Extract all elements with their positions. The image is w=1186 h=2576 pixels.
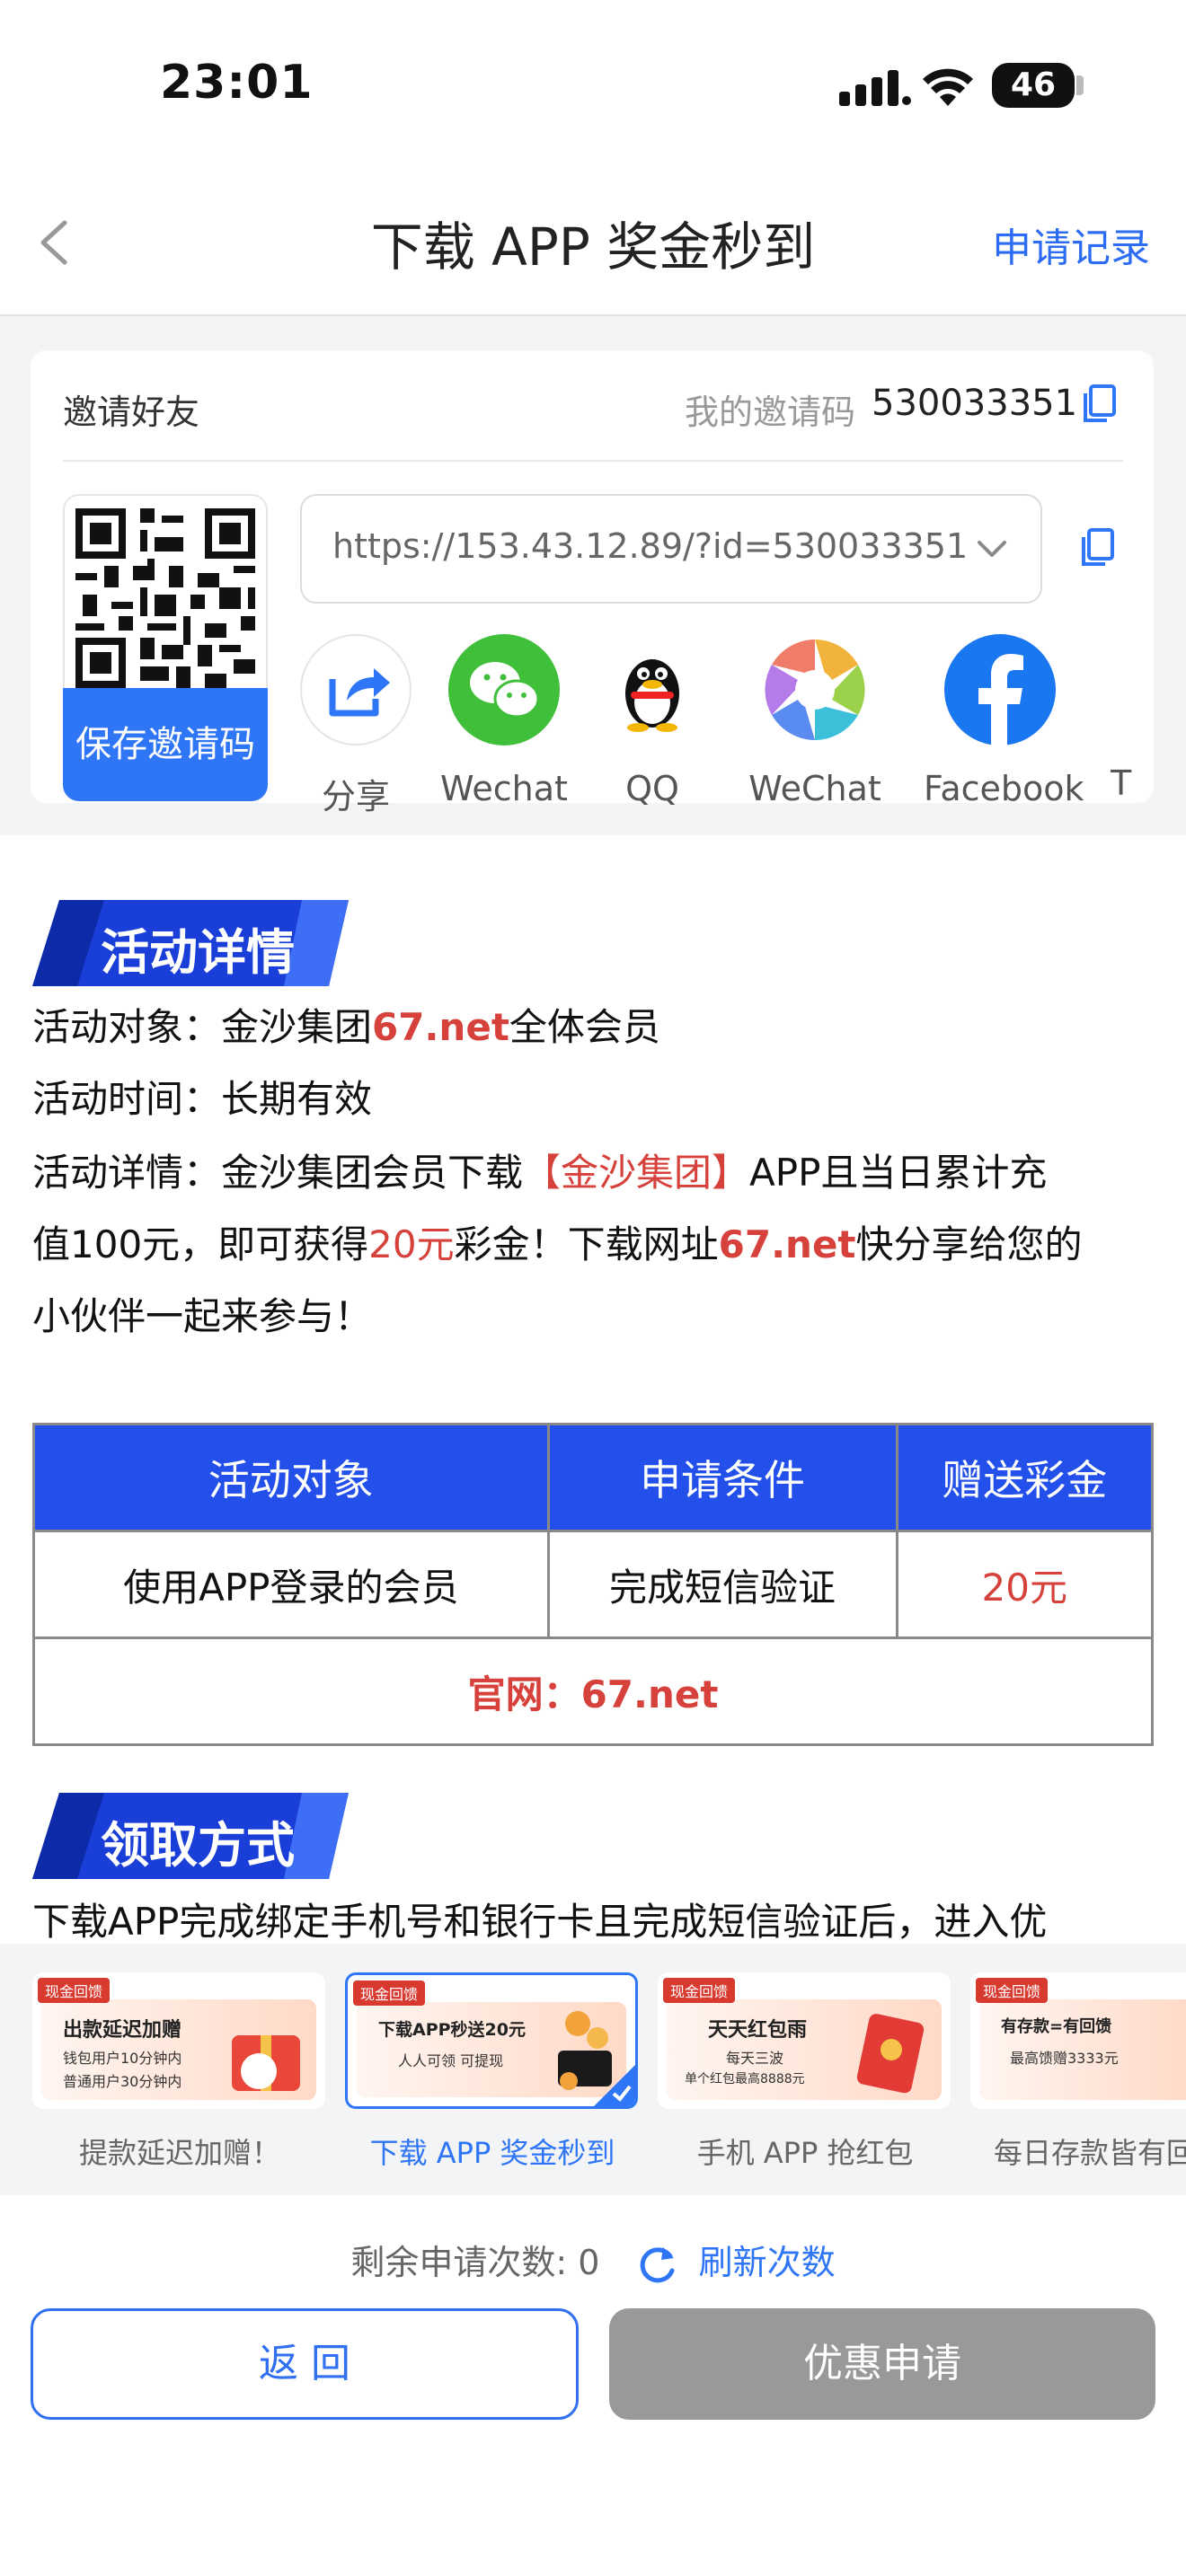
remaining-count: 0: [578, 2243, 600, 2282]
promo-headline: 下载APP秒送20元: [378, 2020, 526, 2040]
qr-code-icon: [75, 508, 255, 688]
wechat-moments-icon: [759, 634, 871, 745]
table-header-cell: 赠送彩金: [895, 1423, 1155, 1532]
promo-card-deposit[interactable]: 现金回馈 有存款=有回馈 最高馈赠3333元: [970, 1972, 1186, 2109]
table-cell: 完成短信验证: [546, 1530, 898, 1639]
promo-tag: 现金回馈: [976, 1978, 1049, 2003]
promo-label[interactable]: 手机 APP 抢红包: [652, 2130, 958, 2172]
promo-card-red-packet[interactable]: 现金回馈 天天红包雨 每天三波 单个红包最高8888元: [658, 1972, 951, 2109]
promo-card-download[interactable]: 现金回馈 下载APP秒送20元 人人可领 可提现: [345, 1972, 638, 2109]
bonus-table: 活动对象 申请条件 赠送彩金 使用APP登录的会员 完成短信验证 20元 官网：…: [32, 1423, 1155, 1746]
share-label: Wechat: [440, 769, 568, 808]
promo-card-withdraw[interactable]: 现金回馈 出款延迟加赠 钱包用户10分钟内 普通用户30分钟内: [32, 1972, 325, 2109]
table-row: 使用APP登录的会员 完成短信验证 20元: [32, 1530, 1155, 1639]
red-envelope-icon: [856, 2014, 925, 2094]
table-header-row: 活动对象 申请条件 赠送彩金: [32, 1423, 1155, 1532]
gift-box-icon: [232, 2035, 300, 2091]
promo-subline: 普通用户30分钟内: [63, 2073, 182, 2090]
share-item-share[interactable]: 分享: [279, 634, 432, 818]
promo-headline: 有存款=有回馈: [1001, 2017, 1112, 2036]
claim-text: 下载APP完成绑定手机号和银行卡且完成短信验证后，进入优: [32, 1900, 1048, 1944]
refresh-count-link[interactable]: 刷新次数: [699, 2243, 836, 2282]
share-item-wechat-moments[interactable]: WeChat: [739, 634, 891, 808]
promo-tag: 现金回馈: [663, 1978, 736, 2003]
site-link[interactable]: 67.net: [372, 1005, 509, 1049]
chevron-down-icon[interactable]: [974, 532, 1010, 568]
invite-friends-label: 邀请好友: [63, 393, 200, 432]
share-item-qq[interactable]: QQ: [576, 634, 729, 808]
invite-url-text: https://153.43.12.89/?id=530033351: [332, 526, 969, 566]
promo-subline: 单个红包最高8888元: [685, 2072, 805, 2086]
promo-subline: 每天三波: [726, 2050, 784, 2067]
promo-subline: 最高馈赠3333元: [1010, 2050, 1119, 2067]
share-item-wechat[interactable]: Wechat: [428, 634, 580, 808]
copy-code-icon[interactable]: [1082, 384, 1118, 424]
share-item-partial[interactable]: T: [1111, 763, 1146, 803]
wifi-icon: [923, 68, 973, 106]
activity-target-line: 活动对象：金沙集团67.net全体会员: [32, 1005, 660, 1049]
promo-tag: 现金回馈: [353, 1981, 426, 2006]
promo-subline: 钱包用户10分钟内: [63, 2050, 182, 2067]
table-cell: 20元: [895, 1530, 1155, 1639]
refresh-icon[interactable]: [636, 2244, 679, 2287]
back-button[interactable]: 返 回: [31, 2308, 579, 2420]
selected-check-icon: [594, 2065, 635, 2106]
invite-code-value: 530033351: [872, 383, 1078, 424]
share-label: 分享: [321, 777, 390, 816]
cellular-signal-icon: [839, 70, 911, 106]
save-qr-button[interactable]: 保存邀请码: [63, 688, 268, 801]
share-label: Facebook: [924, 769, 1084, 808]
apply-records-link[interactable]: 申请记录: [992, 216, 1150, 273]
promo-subline: 人人可领 可提现: [398, 2052, 504, 2069]
share-item-facebook[interactable]: Facebook: [924, 634, 1084, 808]
table-header-cell: 申请条件: [546, 1423, 898, 1532]
activity-time-line: 活动时间：长期有效: [32, 1077, 373, 1121]
promo-tag: 现金回馈: [38, 1978, 111, 2003]
battery-tip: [1076, 75, 1084, 95]
qq-penguin-icon: [597, 634, 708, 745]
table-header-cell: 活动对象: [32, 1423, 550, 1532]
download-link[interactable]: 67.net: [719, 1222, 856, 1266]
promo-label[interactable]: 每日存款皆有回: [994, 2130, 1186, 2172]
section-title-claim: 领取方式: [101, 1817, 295, 1874]
promo-headline: 出款延迟加赠: [63, 2019, 182, 2042]
promo-label-active[interactable]: 下载 APP 奖金秒到: [340, 2130, 645, 2172]
apply-offer-button[interactable]: 优惠申请: [609, 2308, 1155, 2420]
table-cell: 使用APP登录的会员: [32, 1530, 550, 1639]
share-arrow-icon: [300, 634, 412, 745]
table-footer-row: 官网：67.net: [32, 1636, 1154, 1746]
status-time: 23:01: [160, 56, 314, 110]
invite-divider: [63, 460, 1123, 462]
activity-detail-text: 活动详情：金沙集团会员下载【金沙集团】APP且当日累计充 值100元，即可获得2…: [32, 1151, 1083, 1338]
wechat-icon: [448, 634, 560, 745]
promo-label[interactable]: 提款延迟加赠！: [27, 2130, 332, 2172]
promo-headline: 天天红包雨: [708, 2019, 808, 2042]
facebook-icon: [944, 634, 1056, 745]
remaining-label: 剩余申请次数:: [350, 2243, 568, 2282]
share-label: WeChat: [748, 769, 881, 808]
remaining-attempts: 剩余申请次数: 0 刷新次数: [0, 2235, 1186, 2287]
battery-icon: 46: [992, 63, 1075, 108]
invite-code-label: 我的邀请码: [685, 393, 856, 432]
share-label: QQ: [625, 769, 679, 808]
copy-url-icon[interactable]: [1080, 528, 1116, 568]
section-title-details: 活动详情: [101, 924, 295, 981]
official-site-cell: 官网：67.net: [32, 1636, 1154, 1746]
